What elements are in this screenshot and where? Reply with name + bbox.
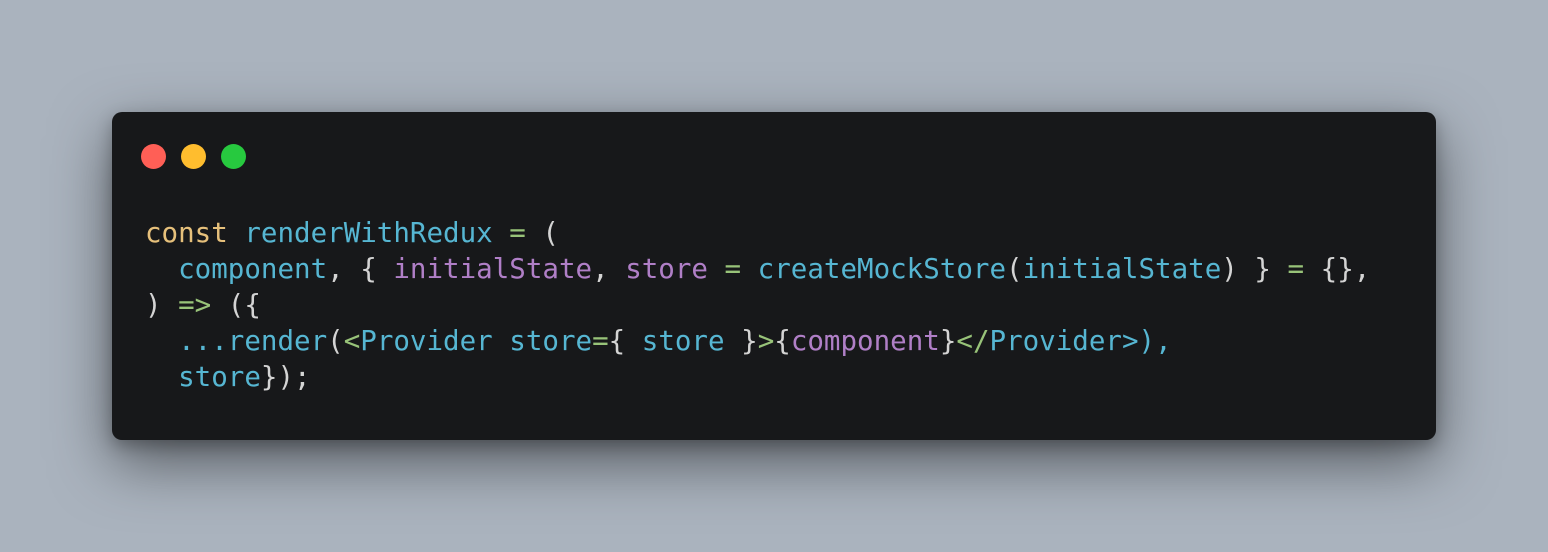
code-token-operator: => bbox=[178, 289, 212, 321]
code-token-operator: < bbox=[343, 325, 361, 357]
code-token-keyword: const bbox=[145, 217, 228, 249]
code-token-identifier: store bbox=[509, 325, 593, 357]
code-token-parameter: initialState bbox=[393, 253, 593, 285]
code-token-operator: = bbox=[592, 325, 609, 357]
code-token-punctuation bbox=[145, 325, 178, 357]
code-token-identifier: store bbox=[641, 325, 725, 357]
code-token-punctuation: ) bbox=[145, 289, 179, 321]
code-token-operator: = bbox=[509, 217, 526, 249]
code-token-punctuation: ( bbox=[1006, 253, 1023, 285]
code-token-punctuation: } bbox=[724, 325, 758, 357]
code-token-punctuation: , { bbox=[327, 253, 394, 285]
code-token-punctuation: { bbox=[608, 325, 642, 357]
code-token-identifier: component bbox=[178, 253, 328, 285]
code-token-punctuation: ( bbox=[327, 325, 344, 357]
code-token-punctuation bbox=[145, 253, 178, 285]
code-token-identifier: Provider>), bbox=[989, 325, 1172, 357]
code-token-identifier: renderWithRedux bbox=[244, 217, 493, 249]
maximize-dot-icon[interactable] bbox=[221, 144, 246, 169]
code-block: const renderWithRedux = ( component, { i… bbox=[145, 215, 1370, 395]
code-token-parameter: component bbox=[790, 325, 940, 357]
code-token-identifier: ...render bbox=[178, 325, 328, 357]
code-token-punctuation: , bbox=[592, 253, 626, 285]
code-window: const renderWithRedux = ( component, { i… bbox=[112, 112, 1436, 440]
code-line: ) => ({ bbox=[145, 287, 1370, 323]
code-token-punctuation: ( bbox=[525, 217, 559, 249]
close-dot-icon[interactable] bbox=[141, 144, 166, 169]
code-token-punctuation bbox=[228, 217, 245, 249]
code-token-parameter: store bbox=[625, 253, 708, 285]
code-token-punctuation bbox=[493, 325, 510, 357]
code-token-punctuation bbox=[741, 253, 758, 285]
code-token-identifier: initialState bbox=[1022, 253, 1222, 285]
code-token-identifier: store bbox=[178, 361, 261, 393]
code-token-punctuation: } bbox=[939, 325, 957, 357]
code-token-punctuation bbox=[493, 217, 510, 249]
code-line: const renderWithRedux = ( bbox=[145, 215, 1370, 251]
code-line: component, { initialState, store = creat… bbox=[145, 251, 1370, 287]
minimize-dot-icon[interactable] bbox=[181, 144, 206, 169]
code-token-operator: = bbox=[1287, 253, 1305, 285]
code-token-punctuation bbox=[708, 253, 725, 285]
code-line: ...render(<Provider store={ store }>{com… bbox=[145, 323, 1370, 359]
code-token-punctuation: ({ bbox=[211, 289, 261, 321]
code-token-operator: = bbox=[724, 253, 742, 285]
code-token-punctuation: { bbox=[774, 325, 791, 357]
code-token-punctuation: }); bbox=[260, 361, 311, 393]
code-token-operator: > bbox=[757, 325, 775, 357]
code-token-punctuation bbox=[145, 361, 178, 393]
code-token-punctuation: {}, bbox=[1304, 253, 1371, 285]
code-token-identifier: createMockStore bbox=[757, 253, 1007, 285]
code-token-identifier: Provider bbox=[360, 325, 493, 357]
code-token-punctuation: ) } bbox=[1221, 253, 1288, 285]
code-line: store}); bbox=[145, 359, 1370, 395]
code-token-operator: </ bbox=[956, 325, 990, 357]
